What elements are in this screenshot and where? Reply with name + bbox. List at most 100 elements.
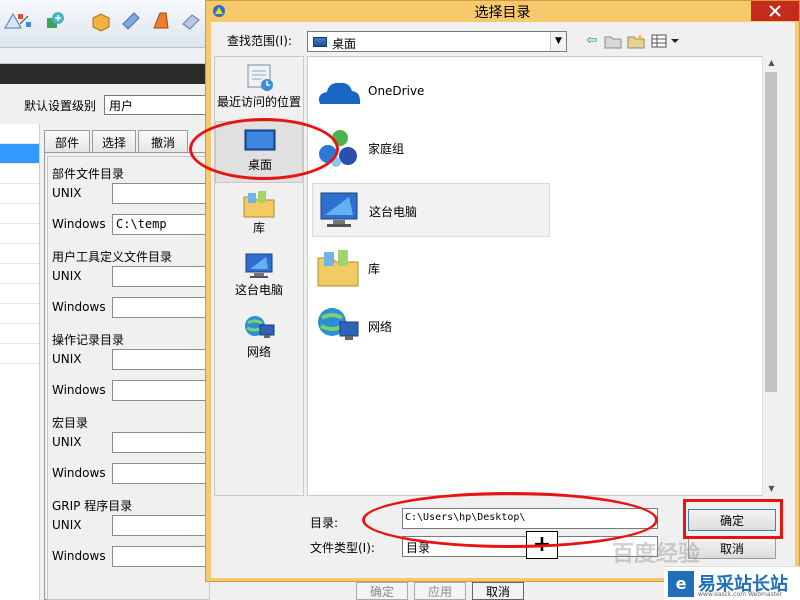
macro-dir-title: 宏目录	[52, 416, 89, 430]
grip-unix-input[interactable]	[112, 515, 212, 536]
journal-unix-input[interactable]	[112, 349, 212, 370]
look-in-value: 桌面	[332, 37, 357, 51]
tree-row[interactable]	[0, 164, 39, 184]
box-icon[interactable]	[90, 10, 112, 32]
cloud-icon	[318, 82, 361, 104]
main-dialog-buttons: 确定 应用 取消	[352, 582, 528, 600]
tree-row[interactable]	[0, 204, 39, 224]
journal-dir-title: 操作记录目录	[52, 333, 125, 347]
place-network-label: 网络	[246, 345, 271, 359]
tree-row-selected[interactable]	[0, 144, 39, 164]
part-unix-input[interactable]	[112, 183, 212, 204]
place-this-pc[interactable]: 这台电脑	[215, 247, 303, 309]
part-file-dir-title: 部件文件目录	[52, 167, 125, 181]
tree-row[interactable]	[0, 284, 39, 304]
annotation-ellipse-directory	[362, 492, 658, 548]
grip-windows-input[interactable]	[112, 546, 212, 567]
tree-row[interactable]	[0, 184, 39, 204]
cancel-button[interactable]: 取消	[688, 537, 776, 559]
scroll-thumb[interactable]	[765, 72, 777, 392]
scroll-down-icon[interactable]: ▼	[763, 482, 780, 496]
place-recent[interactable]: 最近访问的位置	[215, 59, 303, 121]
windows-label: Windows	[52, 549, 106, 563]
list-item-label: 家庭组	[368, 142, 405, 156]
site-url: www.easck.com Webmaster	[698, 591, 783, 598]
annotation-box-ok	[683, 499, 783, 539]
list-item-network[interactable]: 网络	[312, 299, 550, 353]
computer-icon	[320, 192, 358, 227]
vertical-scrollbar[interactable]: ▲ ▼	[762, 56, 779, 496]
close-icon	[769, 5, 781, 17]
tree-row[interactable]	[0, 324, 39, 344]
list-item-this-pc[interactable]: 这台电脑	[312, 183, 550, 237]
tool-windows-input[interactable]	[112, 297, 212, 318]
place-library[interactable]: 库	[215, 185, 303, 247]
tab-undo[interactable]: 撤消	[138, 130, 188, 152]
dialog-title-bar[interactable]: 选择目录	[206, 1, 799, 21]
tree-row[interactable]	[0, 264, 39, 284]
list-item-label: 网络	[368, 320, 393, 334]
part-windows-input[interactable]: C:\temp	[112, 214, 212, 235]
up-folder-icon[interactable]	[604, 33, 622, 49]
unix-label: UNIX	[52, 186, 82, 200]
close-button[interactable]	[751, 1, 799, 21]
windows-label: Windows	[52, 383, 106, 397]
folder-list[interactable]: OneDrive 家庭组 这台电脑 库 网络	[307, 56, 779, 496]
place-recent-label: 最近访问的位置	[216, 95, 301, 109]
library-icon	[243, 191, 275, 218]
list-item-onedrive[interactable]: OneDrive	[312, 65, 550, 119]
network-icon	[318, 308, 359, 340]
windows-label: Windows	[52, 466, 106, 480]
directory-label: 目录:	[310, 516, 339, 530]
file-type-label: 文件类型(I):	[310, 541, 375, 555]
point-constructor-icon[interactable]	[14, 10, 36, 32]
main-cancel-button[interactable]: 取消	[472, 582, 524, 600]
tree-row[interactable]	[0, 344, 39, 364]
user-tool-dir-title: 用户工具定义文件目录	[52, 250, 173, 264]
view-menu-icon[interactable]	[650, 33, 680, 49]
main-ok-button[interactable]: 确定	[356, 582, 408, 600]
list-item-label: 库	[368, 262, 381, 276]
tree-row[interactable]	[0, 244, 39, 264]
unix-label: UNIX	[52, 352, 82, 366]
list-item-library[interactable]: 库	[312, 241, 550, 295]
chevron-down-icon[interactable]: ▼	[550, 32, 566, 51]
default-level-select[interactable]: 用户	[104, 95, 208, 115]
computer-icon	[245, 253, 273, 278]
extrude-icon[interactable]	[150, 10, 172, 32]
macro-windows-input[interactable]	[112, 463, 212, 484]
tree-row[interactable]	[0, 304, 39, 324]
unix-label: UNIX	[52, 435, 82, 449]
look-in-label: 查找范围(I):	[227, 34, 292, 48]
new-folder-icon[interactable]	[627, 33, 645, 49]
category-tree[interactable]	[0, 124, 40, 600]
shape-add-icon[interactable]	[44, 10, 66, 32]
tab-part[interactable]: 部件	[44, 130, 90, 152]
tab-selection[interactable]: 选择	[92, 130, 136, 152]
list-item-label: 这台电脑	[369, 205, 418, 219]
place-network[interactable]: 网络	[215, 309, 303, 371]
site-watermark: e 易采站长站 www.easck.com Webmaster	[664, 566, 800, 600]
place-this-pc-label: 这台电脑	[234, 283, 283, 297]
tree-row[interactable]	[0, 224, 39, 244]
default-level-label: 默认设置级别	[24, 99, 97, 113]
back-arrow-icon[interactable]: ⇦	[583, 33, 601, 49]
tree-row[interactable]	[0, 124, 39, 144]
dialog-title: 选择目录	[474, 5, 531, 21]
annotation-ellipse-desktop	[189, 118, 339, 180]
scroll-up-icon[interactable]: ▲	[763, 56, 780, 70]
tool-unix-input[interactable]	[112, 266, 212, 287]
journal-windows-input[interactable]	[112, 380, 212, 401]
look-in-combo[interactable]: 桌面 ▼	[307, 31, 567, 52]
site-logo-icon: e	[668, 571, 694, 597]
windows-label: Windows	[52, 300, 106, 314]
main-apply-button[interactable]: 应用	[414, 582, 466, 600]
list-item-label: OneDrive	[368, 84, 425, 98]
macro-unix-input[interactable]	[112, 432, 212, 453]
windows-label: Windows	[52, 217, 106, 231]
blend-icon[interactable]	[120, 10, 142, 32]
grip-dir-title: GRIP 程序目录	[52, 499, 133, 513]
network-icon	[245, 316, 275, 338]
eraser-icon[interactable]	[180, 10, 202, 32]
list-item-homegroup[interactable]: 家庭组	[312, 121, 550, 175]
